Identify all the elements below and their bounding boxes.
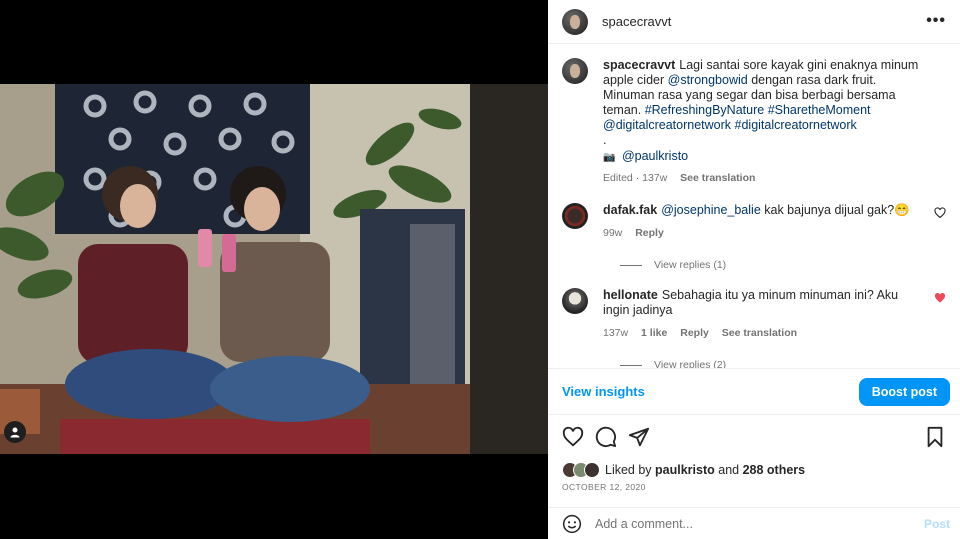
post-comment-button[interactable]: Post [924, 517, 950, 531]
post-date: OCTOBER 12, 2020 [562, 482, 646, 492]
view-insights-link[interactable]: View insights [562, 384, 645, 399]
comment-liked-heart-icon[interactable] [934, 292, 946, 304]
view-replies-button[interactable]: View replies (2) [620, 359, 946, 368]
insights-bar: View insights Boost post [548, 368, 960, 415]
replies-divider [620, 264, 642, 266]
add-comment-input[interactable] [595, 516, 895, 531]
bookmark-icon[interactable] [924, 426, 946, 448]
author-username[interactable]: spacecravvt [602, 14, 671, 29]
comment-time: 99w [603, 227, 623, 239]
caption-tag-3[interactable]: #digitalcreatornetwork [735, 118, 857, 132]
comment-meta: 99w Reply [603, 226, 923, 241]
caption-edited: Edited · 137w [603, 172, 668, 184]
comment-reply-button[interactable]: Reply [635, 227, 664, 239]
heart-icon[interactable] [562, 426, 584, 448]
likes-middle: and [714, 463, 743, 477]
author-avatar[interactable] [562, 8, 588, 35]
user-icon [10, 427, 20, 438]
likes-summary: Liked by paulkristo and 288 others [562, 462, 805, 478]
caption-photo-credit[interactable]: @paulkristo [622, 149, 688, 163]
comment-item: hellonate Sebahagia itu ya minum minuman … [562, 288, 946, 341]
comment-icon[interactable] [595, 426, 617, 448]
tagged-users-button[interactable] [4, 421, 26, 443]
comment-text: kak bajunya dijual gak? [760, 203, 895, 217]
view-replies-label: View replies (2) [654, 359, 727, 368]
comment-mention[interactable]: @josephine_balie [661, 203, 761, 217]
caption-mention-2[interactable]: @digitalcreatornetwork [603, 118, 731, 132]
caption-see-translation[interactable]: See translation [680, 172, 755, 184]
add-comment-bar: Post [548, 507, 960, 539]
grin-emoji: 😁 [894, 203, 910, 217]
camera-icon: 📷 [603, 152, 616, 163]
emoji-icon[interactable] [562, 514, 582, 534]
caption-tag-1[interactable]: #RefreshingByNature [645, 103, 765, 117]
caption-mention-1[interactable]: @strongbowid [668, 73, 748, 87]
caption: spacecravvt Lagi santai sore kayak gini e… [562, 58, 946, 186]
likes-prefix: Liked by [605, 463, 656, 477]
photo-illustration [0, 84, 548, 454]
liker-avatar [584, 462, 600, 478]
comment-username[interactable]: hellonate [603, 288, 658, 302]
caption-meta: Edited · 137w See translation [603, 171, 923, 186]
comments-list: spacecravvt Lagi santai sore kayak gini e… [548, 45, 960, 368]
post-header: spacecravvt ••• [548, 0, 960, 44]
comment-see-translation[interactable]: See translation [722, 327, 797, 339]
share-icon[interactable] [628, 426, 650, 448]
caption-body: spacecravvt Lagi santai sore kayak gini e… [603, 58, 923, 186]
post-side-panel: spacecravvt ••• spacecravvt Lagi santai s… [548, 0, 960, 539]
comment-like-heart-icon[interactable] [934, 207, 946, 219]
comment-time: 137w [603, 327, 629, 339]
caption-avatar[interactable] [562, 58, 588, 84]
replies-divider [620, 364, 642, 366]
comment-reply-button[interactable]: Reply [680, 327, 709, 339]
likes-text[interactable]: Liked by paulkristo and 288 others [605, 463, 805, 477]
caption-username[interactable]: spacecravvt [603, 58, 675, 72]
view-replies-label: View replies (1) [654, 259, 727, 271]
comment-avatar[interactable] [562, 203, 588, 229]
view-replies-button[interactable]: View replies (1) [620, 259, 946, 271]
comment-likes-count[interactable]: 1 like [641, 327, 667, 339]
likes-user[interactable]: paulkristo [655, 463, 715, 477]
post-media [0, 0, 548, 539]
caption-tag-2[interactable]: #SharetheMoment [768, 103, 871, 117]
post-actions [562, 424, 946, 450]
boost-post-button[interactable]: Boost post [858, 377, 950, 406]
comment-body: dafak.fak @josephine_balie kak bajunya di… [603, 203, 923, 241]
post-photo[interactable] [0, 84, 548, 454]
comment-username[interactable]: dafak.fak [603, 203, 657, 217]
comment-body: hellonate Sebahagia itu ya minum minuman … [603, 288, 923, 341]
caption-dot: . [603, 133, 607, 147]
comment-item: dafak.fak @josephine_balie kak bajunya di… [562, 203, 946, 241]
comment-avatar[interactable] [562, 288, 588, 314]
likes-others[interactable]: 288 others [743, 463, 806, 477]
more-horizontal-icon[interactable]: ••• [926, 12, 946, 30]
comment-meta: 137w 1 like Reply See translation [603, 326, 923, 341]
